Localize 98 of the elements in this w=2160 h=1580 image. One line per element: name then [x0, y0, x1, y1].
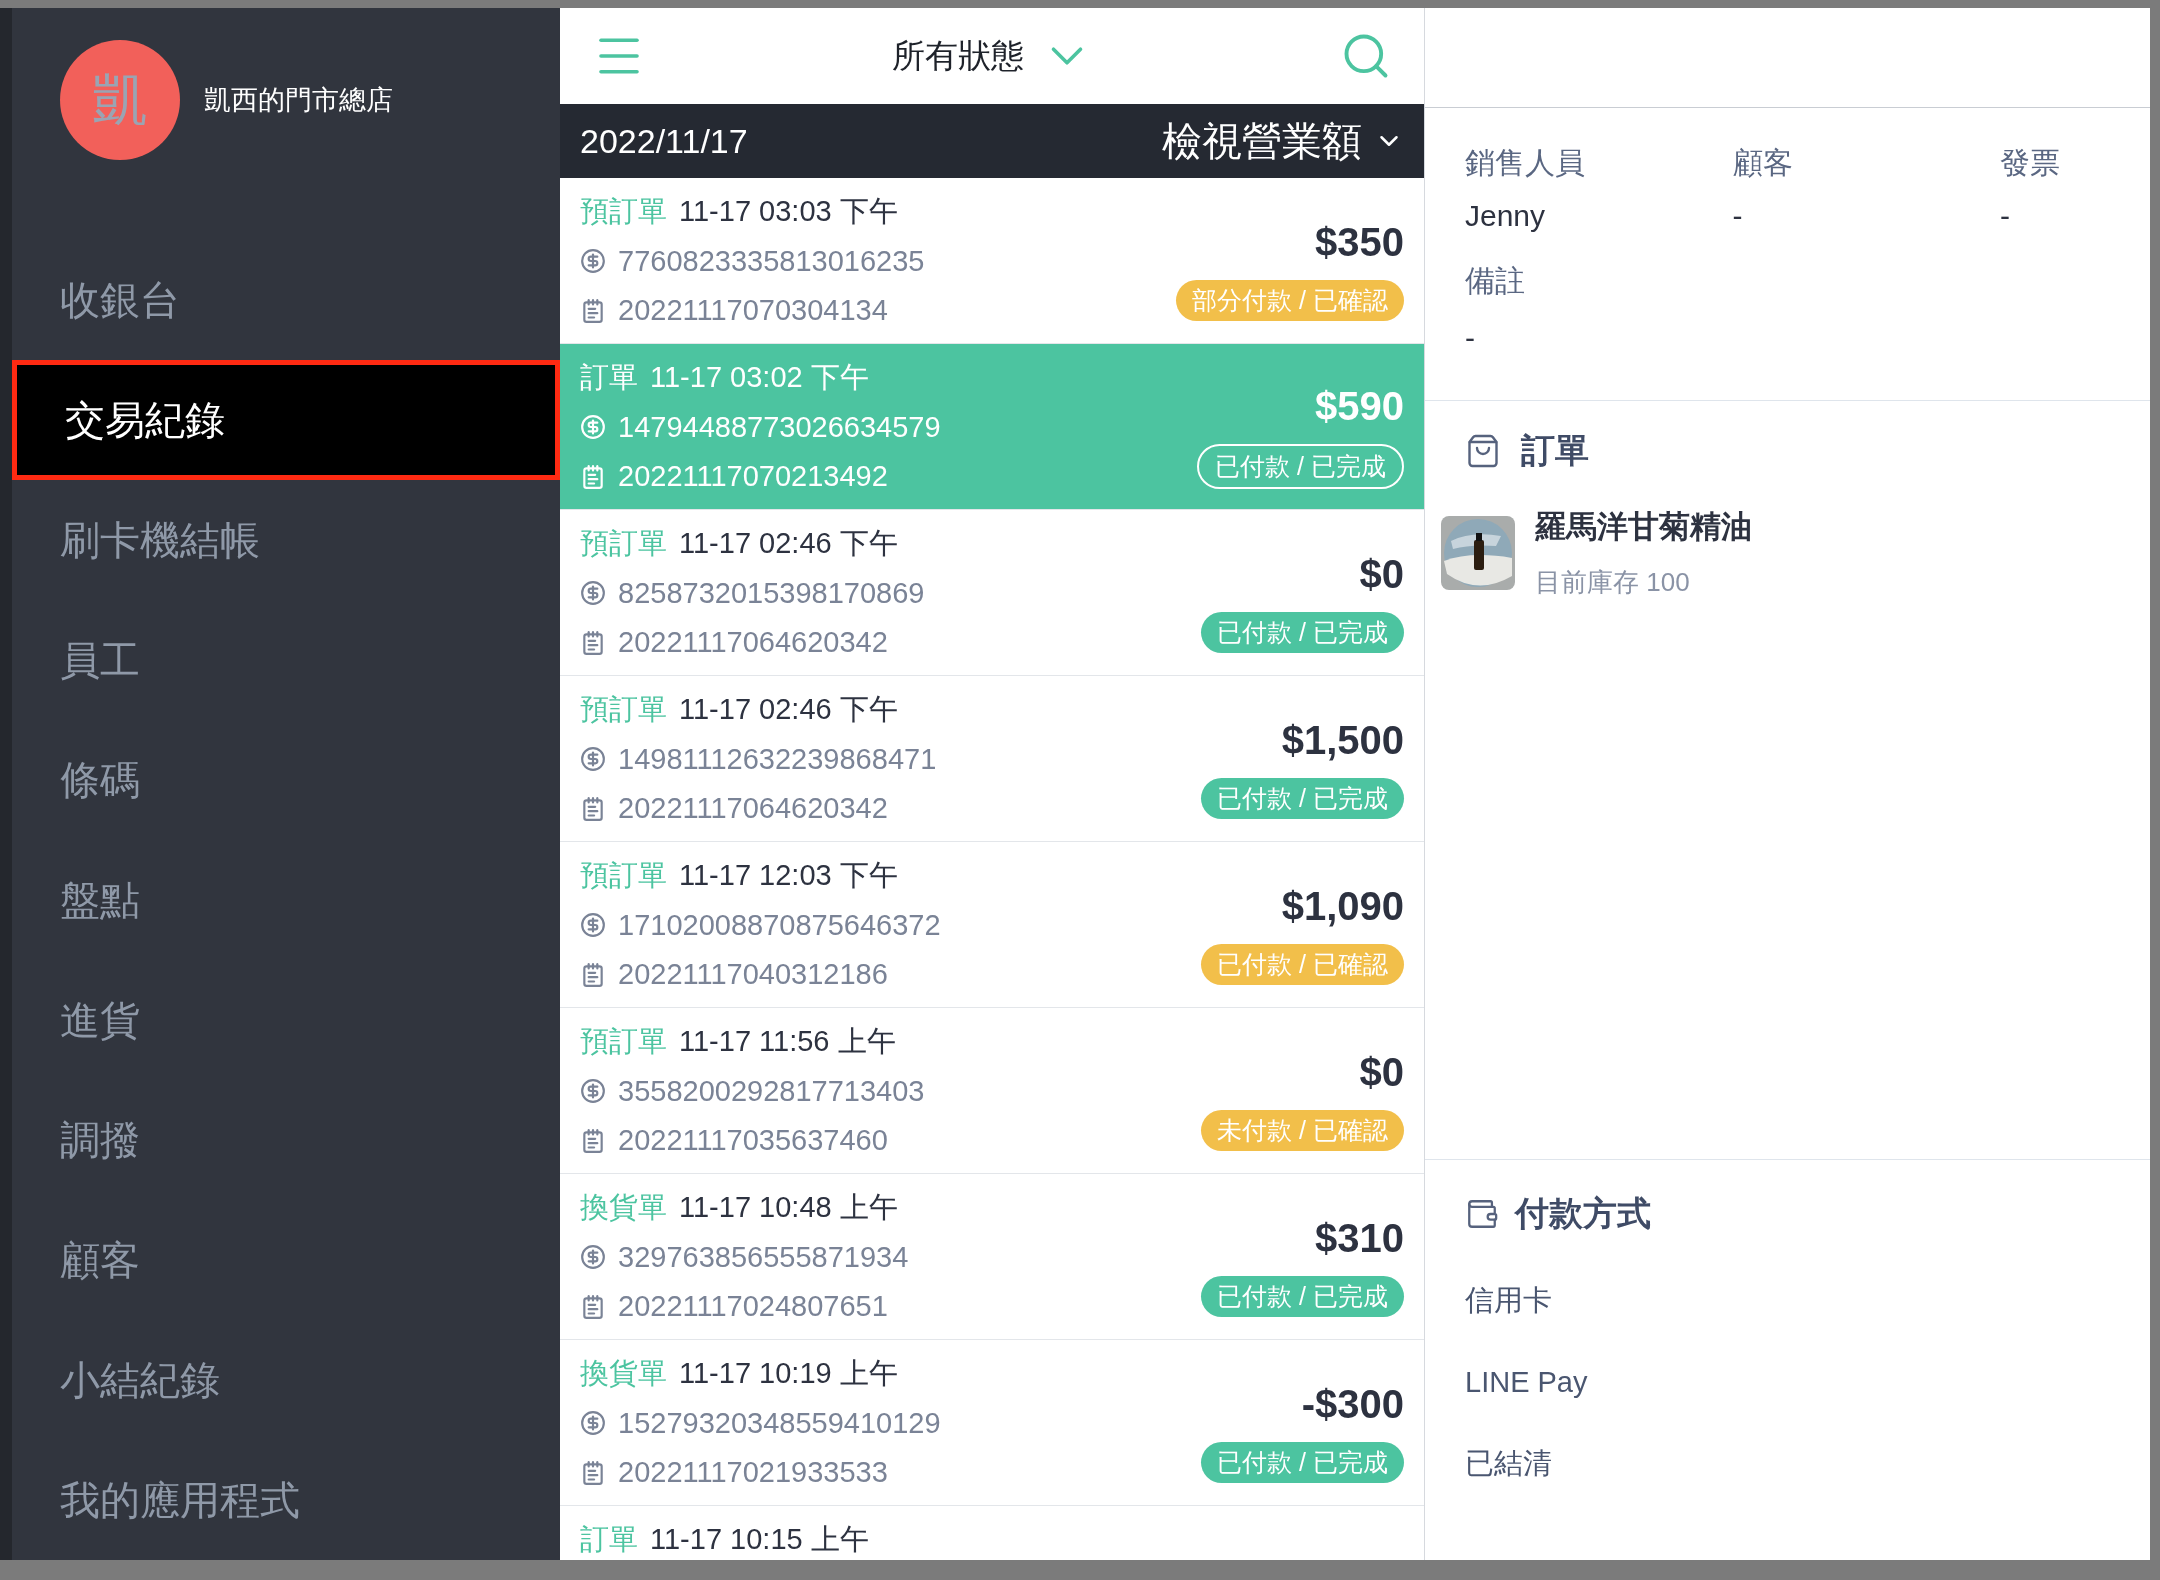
field-value: -	[1465, 320, 1476, 356]
nav-item[interactable]: 員工	[12, 600, 560, 720]
nav-item[interactable]: 條碼	[12, 720, 560, 840]
payment-id: 15279320348559410129	[618, 1405, 941, 1441]
nav-item[interactable]: 顧客	[12, 1200, 560, 1320]
dollar-icon	[580, 1078, 606, 1105]
payment-line: 信用卡	[1465, 1283, 1553, 1318]
receipt-icon	[580, 629, 606, 656]
field-label: 顧客	[1732, 145, 1794, 181]
order-amount: $1,090	[1281, 882, 1404, 930]
nav-item[interactable]: 進貨	[12, 960, 560, 1080]
dollar-icon	[580, 414, 606, 441]
order-number: 20221117070213492	[618, 459, 888, 494]
dollar-icon	[580, 746, 606, 773]
field-label: 發票	[2000, 145, 2061, 181]
dollar-icon	[580, 248, 606, 275]
order-number: 20221117024807651	[618, 1289, 888, 1324]
nav-item[interactable]: 調撥	[12, 1080, 560, 1200]
store-name: 凱西的門市總店	[204, 83, 393, 117]
status-badge: 部分付款 / 已確認	[1176, 279, 1404, 322]
order-time: 11-17 10:15 上午	[650, 1522, 869, 1557]
order-type: 預訂單	[580, 858, 667, 893]
order-number: 20221117040312186	[618, 957, 888, 992]
order-amount: $310	[1315, 1214, 1404, 1262]
order-number: 20221117064620342	[618, 625, 888, 660]
order-amount: $1,500	[1281, 716, 1404, 764]
payment-id: 14981112632239868471	[618, 741, 937, 777]
order-number: 20221117021933533	[618, 1455, 888, 1490]
section-title: 付款方式	[1515, 1193, 1651, 1234]
nav-item[interactable]: 盤點	[12, 840, 560, 960]
stock-label: 目前庫存 100	[1535, 565, 1691, 599]
section-title: 訂單	[1521, 430, 1589, 471]
payment-id: 8258732015398170869	[618, 575, 925, 611]
order-time: 11-17 11:56 上午	[679, 1024, 896, 1059]
receipt-icon	[580, 1459, 606, 1486]
status-badge: 已付款 / 已完成	[1201, 777, 1404, 820]
order-amount: $590	[1315, 382, 1404, 430]
nav-item[interactable]: 收銀台	[12, 240, 560, 360]
status-badge: 已付款 / 已完成	[1201, 1441, 1404, 1484]
nav-item[interactable]: 交易紀錄	[12, 360, 560, 480]
order-type: 預訂單	[580, 692, 667, 727]
order-type: 預訂單	[580, 194, 667, 229]
payment-id: 17102008870875646372	[618, 907, 941, 943]
dollar-icon	[580, 1244, 606, 1271]
receipt-icon	[580, 961, 606, 988]
order-time: 11-17 02:46 下午	[679, 526, 898, 561]
dollar-icon	[580, 1410, 606, 1437]
field-value: -	[1732, 198, 1744, 234]
payment-line: 已結清	[1465, 1446, 1553, 1481]
payment-id: 3558200292817713403	[618, 1073, 925, 1109]
field-value: Jenny	[1465, 198, 1547, 234]
order-amount: $0	[1359, 550, 1404, 598]
field-value: -	[2000, 198, 2011, 234]
order-amount: $0	[1359, 1048, 1404, 1096]
order-amount: -$300	[1301, 1380, 1404, 1428]
bag-icon	[1465, 432, 1501, 469]
order-time: 11-17 10:19 上午	[679, 1356, 898, 1391]
receipt-icon	[580, 1293, 606, 1320]
receipt-icon	[580, 463, 606, 490]
order-amount: $350	[1315, 218, 1404, 266]
field-label: 銷售人員	[1465, 145, 1586, 181]
status-filter[interactable]: 所有狀態	[892, 29, 1094, 83]
order-number: 20221117035637460	[618, 1123, 888, 1158]
status-badge: 已付款 / 已完成	[1201, 1275, 1404, 1318]
store-avatar: 凱	[60, 40, 180, 160]
nav-item[interactable]: 刷卡機結帳	[12, 480, 560, 600]
revenue-dropdown[interactable]: 檢視營業額	[1162, 111, 1404, 171]
status-badge: 未付款 / 已確認	[1201, 1109, 1404, 1152]
payment-id: 329763856555871934	[618, 1239, 909, 1275]
dollar-icon	[580, 912, 606, 939]
status-badge: 已付款 / 已完成	[1201, 611, 1404, 654]
order-type: 訂單	[580, 1522, 638, 1557]
order-number: 20221117064620342	[618, 791, 888, 826]
product-name: 羅馬洋甘菊精油	[1535, 508, 1752, 546]
order-time: 11-17 02:46 下午	[679, 692, 898, 727]
nav-item[interactable]: 我的應用程式	[12, 1440, 560, 1560]
receipt-icon	[580, 297, 606, 324]
order-time: 11-17 03:02 下午	[650, 360, 869, 395]
order-time: 11-17 10:48 上午	[679, 1190, 898, 1225]
order-time: 11-17 03:03 下午	[679, 194, 898, 229]
order-number: 20221117070304134	[618, 293, 888, 328]
receipt-icon	[580, 795, 606, 822]
order-type: 換貨單	[580, 1356, 667, 1391]
payment-line: LINE Pay	[1465, 1364, 1589, 1400]
status-badge: 已付款 / 已確認	[1201, 943, 1404, 986]
receipt-icon	[580, 1127, 606, 1154]
dollar-icon	[580, 580, 606, 607]
payment-id: 7760823335813016235	[618, 243, 925, 279]
order-type: 預訂單	[580, 1024, 667, 1059]
nav-item[interactable]: 小結紀錄	[12, 1320, 560, 1440]
order-time: 11-17 12:03 下午	[679, 858, 898, 893]
order-type: 預訂單	[580, 526, 667, 561]
field-label: 備註	[1465, 263, 1526, 299]
date-label: 2022/11/17	[580, 120, 748, 162]
status-badge: 已付款 / 已完成	[1197, 443, 1404, 490]
order-type: 換貨單	[580, 1190, 667, 1225]
payment-id: 14794488773026634579	[618, 409, 941, 445]
order-type: 訂單	[580, 360, 638, 395]
